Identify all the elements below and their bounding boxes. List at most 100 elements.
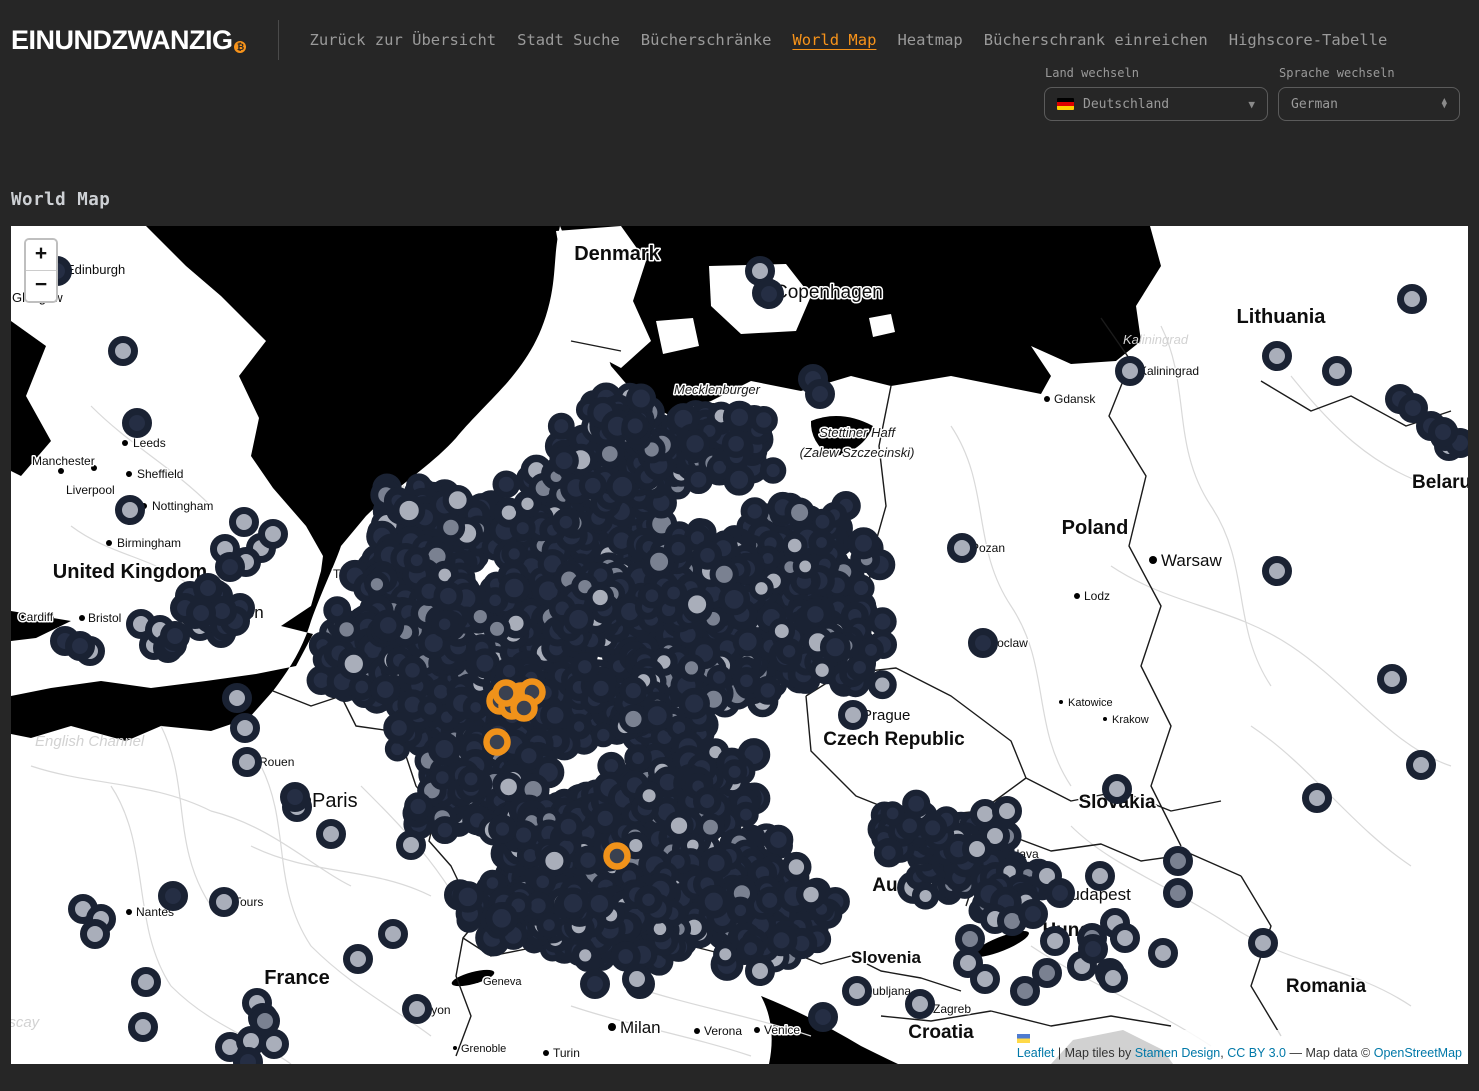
bitcoin-marker[interactable]: [496, 683, 517, 704]
map-marker[interactable]: [846, 980, 869, 1003]
map-marker[interactable]: [406, 998, 429, 1021]
map-marker[interactable]: [779, 642, 799, 662]
map-marker[interactable]: [190, 602, 213, 625]
map-marker[interactable]: [352, 677, 371, 696]
map-marker[interactable]: [435, 615, 454, 634]
map-marker[interactable]: [556, 512, 576, 532]
map-marker[interactable]: [440, 517, 462, 539]
map-marker[interactable]: [683, 432, 707, 456]
map-marker[interactable]: [684, 592, 710, 618]
nav-item-heatmap[interactable]: Heatmap: [897, 31, 962, 49]
map-marker[interactable]: [341, 651, 366, 676]
map-marker[interactable]: [574, 656, 595, 677]
map-marker[interactable]: [461, 769, 481, 789]
map-marker[interactable]: [446, 488, 470, 512]
map-marker[interactable]: [533, 872, 553, 892]
map-marker[interactable]: [736, 630, 760, 654]
map-marker[interactable]: [400, 834, 423, 857]
map-marker[interactable]: [336, 619, 357, 640]
map-marker[interactable]: [1089, 865, 1112, 888]
map-marker[interactable]: [236, 751, 259, 774]
map-marker[interactable]: [1252, 932, 1275, 955]
map-marker[interactable]: [540, 916, 558, 934]
map-marker[interactable]: [638, 890, 658, 910]
map-marker[interactable]: [744, 501, 765, 522]
map-marker[interactable]: [951, 537, 974, 560]
map-marker[interactable]: [753, 409, 775, 431]
map-marker[interactable]: [740, 939, 760, 959]
map-marker[interactable]: [1036, 962, 1059, 985]
map-marker[interactable]: [725, 763, 744, 782]
map-marker[interactable]: [587, 892, 611, 916]
map-marker[interactable]: [966, 838, 989, 861]
map-marker[interactable]: [492, 819, 513, 840]
map-marker[interactable]: [722, 587, 747, 612]
map-marker[interactable]: [126, 412, 149, 435]
map-marker[interactable]: [262, 523, 285, 546]
map-marker[interactable]: [237, 1051, 260, 1065]
map-marker[interactable]: [629, 387, 653, 411]
map-marker[interactable]: [489, 906, 515, 932]
map-marker[interactable]: [226, 687, 249, 710]
map-marker[interactable]: [553, 449, 576, 472]
map-marker[interactable]: [737, 805, 756, 824]
map-marker[interactable]: [785, 536, 805, 556]
map-marker[interactable]: [561, 891, 586, 916]
map-marker[interactable]: [1401, 288, 1424, 311]
map-marker[interactable]: [628, 748, 648, 768]
map-marker[interactable]: [800, 883, 823, 906]
map-marker[interactable]: [1022, 903, 1045, 926]
map-marker[interactable]: [687, 469, 709, 491]
map-marker[interactable]: [407, 796, 429, 818]
map-marker[interactable]: [582, 475, 604, 497]
map-marker[interactable]: [785, 856, 808, 879]
map-marker[interactable]: [878, 842, 900, 864]
map-marker[interactable]: [387, 716, 411, 740]
map-marker[interactable]: [119, 499, 142, 522]
map-marker[interactable]: [700, 817, 721, 838]
map-marker[interactable]: [615, 945, 637, 967]
map-marker[interactable]: [402, 659, 424, 681]
map-marker[interactable]: [164, 625, 187, 648]
map-marker[interactable]: [812, 661, 831, 680]
map-marker[interactable]: [433, 768, 452, 787]
map-marker[interactable]: [234, 717, 257, 740]
map-marker[interactable]: [1410, 754, 1433, 777]
map-marker[interactable]: [284, 786, 307, 809]
map-marker[interactable]: [682, 691, 707, 716]
map-marker[interactable]: [84, 923, 107, 946]
map-marker[interactable]: [757, 680, 779, 702]
map-marker[interactable]: [609, 474, 635, 500]
map-marker[interactable]: [647, 550, 671, 574]
map-marker[interactable]: [996, 800, 1019, 823]
map-marker[interactable]: [557, 815, 579, 837]
map-marker[interactable]: [922, 817, 944, 839]
map-marker[interactable]: [749, 960, 772, 983]
map-marker[interactable]: [1014, 980, 1037, 1003]
zoom-in-button[interactable]: +: [26, 240, 56, 271]
nav-item-world-map[interactable]: World Map: [792, 31, 876, 49]
map-marker[interactable]: [219, 556, 242, 579]
bitcoin-marker[interactable]: [607, 846, 628, 867]
map-marker[interactable]: [1119, 360, 1142, 383]
nav-item-einreichen[interactable]: Bücherschrank einreichen: [984, 31, 1208, 49]
map-marker[interactable]: [664, 583, 684, 603]
map-marker[interactable]: [1306, 787, 1329, 810]
map-marker[interactable]: [1432, 421, 1455, 444]
map-marker[interactable]: [1082, 938, 1105, 961]
marker-cluster-germany[interactable]: [310, 386, 1051, 977]
map-marker[interactable]: [599, 443, 621, 465]
map-marker[interactable]: [544, 704, 567, 727]
map-marker[interactable]: [639, 785, 660, 806]
map-marker[interactable]: [1381, 668, 1404, 691]
map-marker[interactable]: [368, 575, 387, 594]
map-marker[interactable]: [959, 928, 982, 951]
map-marker[interactable]: [376, 613, 400, 637]
map-marker[interactable]: [518, 494, 538, 514]
map-marker[interactable]: [767, 828, 790, 851]
map-marker[interactable]: [374, 678, 397, 701]
map-marker[interactable]: [1106, 778, 1129, 801]
attribution-link[interactable]: OpenStreetMap: [1374, 1046, 1462, 1060]
map-marker[interactable]: [112, 340, 135, 363]
map-marker[interactable]: [823, 635, 847, 659]
